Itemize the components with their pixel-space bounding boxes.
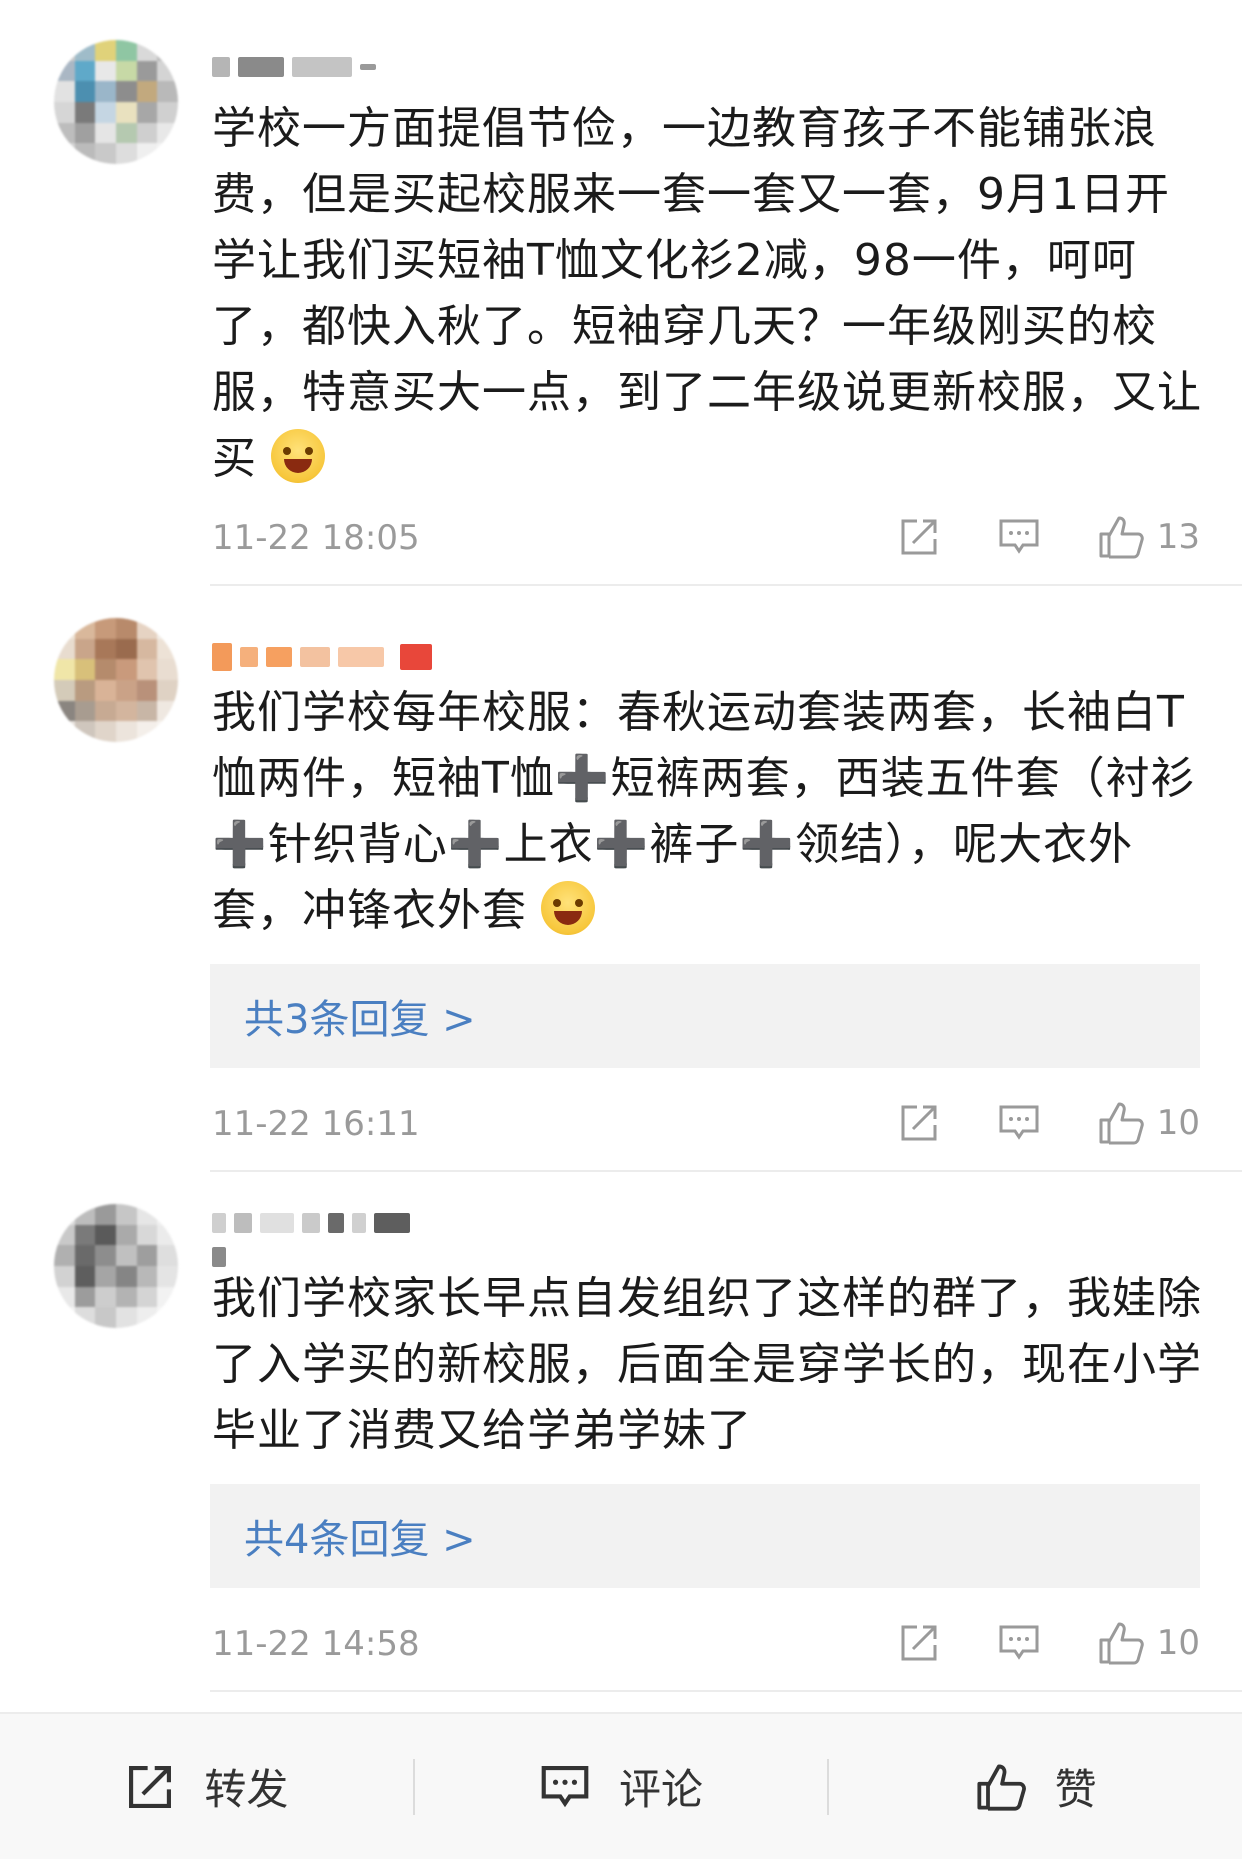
username-blurred[interactable]: [212, 642, 432, 672]
comment-meta: 11-22 14:58 10: [212, 1618, 1200, 1668]
comment-icon: [541, 1765, 589, 1807]
username-blurred[interactable]: [212, 52, 376, 82]
like-count: 13: [1156, 517, 1200, 557]
like-button[interactable]: 13: [1097, 514, 1200, 560]
comment-button[interactable]: [997, 1103, 1041, 1143]
repost-button[interactable]: [897, 1103, 941, 1143]
like-label: 赞: [1054, 1765, 1097, 1814]
divider: [210, 1690, 1242, 1692]
comment-meta: 11-22 16:11 10: [212, 1098, 1200, 1148]
comment-icon: [999, 519, 1039, 554]
avatar[interactable]: [54, 40, 178, 164]
divider: [210, 1170, 1242, 1172]
like-button[interactable]: 10: [1097, 1100, 1200, 1146]
like-count: 10: [1156, 1103, 1200, 1143]
repost-label: 转发: [204, 1765, 289, 1814]
repost-tab-button[interactable]: 转发: [0, 1756, 413, 1817]
comment-button[interactable]: [997, 1623, 1041, 1663]
comment-text: 我们学校每年校服：春秋运动套装两套，长袖白T恤两件，短袖T恤➕短裤两套，西装五件…: [212, 687, 1196, 936]
comment-tab-button[interactable]: 评论: [415, 1756, 828, 1817]
like-count: 10: [1156, 1623, 1200, 1663]
thumbs-up-icon: [1099, 1102, 1144, 1145]
timestamp: 11-22 16:11: [212, 1104, 420, 1144]
share-icon: [901, 1625, 937, 1661]
timestamp: 11-22 18:05: [212, 518, 420, 558]
comment-button[interactable]: [997, 517, 1041, 557]
view-replies-link[interactable]: 共4条回复 >: [210, 1484, 1200, 1588]
crying-laughing-emoji: [541, 881, 595, 935]
thumbs-up-icon: [1099, 516, 1144, 559]
comment-icon: [999, 1105, 1039, 1140]
laughing-tears-emoji: [271, 429, 325, 483]
like-tab-button[interactable]: 赞: [829, 1756, 1242, 1817]
level-badge-icon: [400, 644, 432, 670]
comment-meta: 11-22 18:05 13: [212, 512, 1200, 562]
avatar[interactable]: [54, 1204, 178, 1328]
share-icon: [901, 519, 937, 555]
repost-button[interactable]: [897, 1623, 941, 1663]
share-icon: [129, 1765, 172, 1808]
avatar[interactable]: [54, 618, 178, 742]
comment-label: 评论: [619, 1765, 704, 1814]
repost-button[interactable]: [897, 517, 941, 557]
thumbs-up-icon: [977, 1764, 1026, 1811]
comment-icon: [999, 1625, 1039, 1660]
comment-text: 我们学校家长早点自发组织了这样的群了，我娃除了入学买的新校服，后面全是穿学长的，…: [212, 1273, 1202, 1456]
thumbs-up-icon: [1099, 1622, 1144, 1665]
like-button[interactable]: 10: [1097, 1620, 1200, 1666]
comment-text: 学校一方面提倡节俭，一边教育孩子不能铺张浪费，但是买起校服来一套一套又一套，9月…: [212, 103, 1202, 484]
view-replies-link[interactable]: 共3条回复 >: [210, 964, 1200, 1068]
username-blurred[interactable]: [212, 1210, 412, 1270]
divider: [210, 584, 1242, 586]
timestamp: 11-22 14:58: [212, 1624, 420, 1664]
share-icon: [901, 1105, 937, 1141]
bottom-action-bar: 转发 评论 赞: [0, 1712, 1242, 1859]
